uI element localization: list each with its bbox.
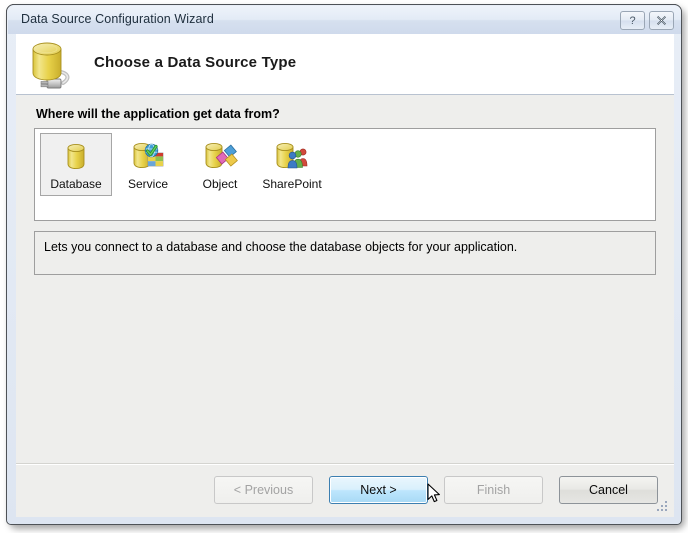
title-bar-buttons: ? xyxy=(620,11,674,30)
choice-service[interactable]: Service xyxy=(112,133,184,196)
finish-button[interactable]: Finish xyxy=(444,476,543,504)
choice-label: Database xyxy=(50,177,102,191)
object-icon xyxy=(199,137,241,175)
choice-label: Service xyxy=(127,177,168,191)
sharepoint-icon xyxy=(271,137,313,175)
choice-label: Object xyxy=(202,177,238,191)
previous-button[interactable]: < Previous xyxy=(214,476,313,504)
choice-sharepoint[interactable]: SharePoint xyxy=(256,133,328,196)
title-bar[interactable]: Data Source Configuration Wizard ? xyxy=(8,6,681,34)
header-banner: Choose a Data Source Type xyxy=(16,34,674,95)
close-icon xyxy=(656,15,667,26)
choice-object[interactable]: Object xyxy=(184,133,256,196)
resize-grip[interactable] xyxy=(656,500,669,513)
window-title: Data Source Configuration Wizard xyxy=(21,12,214,26)
svg-text:?: ? xyxy=(629,15,635,27)
choice-database[interactable]: Database xyxy=(40,133,112,196)
wizard-body: Where will the application get data from… xyxy=(16,95,674,463)
close-button[interactable] xyxy=(649,11,674,30)
wizard-buttons: < Previous Next > Finish Cancel xyxy=(214,476,658,504)
wizard-window: Data Source Configuration Wizard ? Choos… xyxy=(6,4,682,525)
next-button[interactable]: Next > xyxy=(329,476,428,504)
database-icon xyxy=(55,137,97,175)
page-title: Choose a Data Source Type xyxy=(94,54,297,71)
choice-label: SharePoint xyxy=(262,177,322,191)
question-mark-icon: ? xyxy=(629,15,635,27)
choices-container: Database Service Object SharePoint xyxy=(40,133,328,196)
help-button[interactable]: ? xyxy=(620,11,645,30)
footer-bar: < Previous Next > Finish Cancel xyxy=(16,465,674,517)
question-label: Where will the application get data from… xyxy=(36,107,280,121)
data-source-type-list[interactable]: Database Service Object SharePoint xyxy=(34,128,656,221)
database-plug-icon xyxy=(25,38,83,92)
service-icon xyxy=(127,137,169,175)
cancel-button[interactable]: Cancel xyxy=(559,476,658,504)
description-text: Lets you connect to a database and choos… xyxy=(44,240,518,254)
description-panel: Lets you connect to a database and choos… xyxy=(34,231,656,275)
